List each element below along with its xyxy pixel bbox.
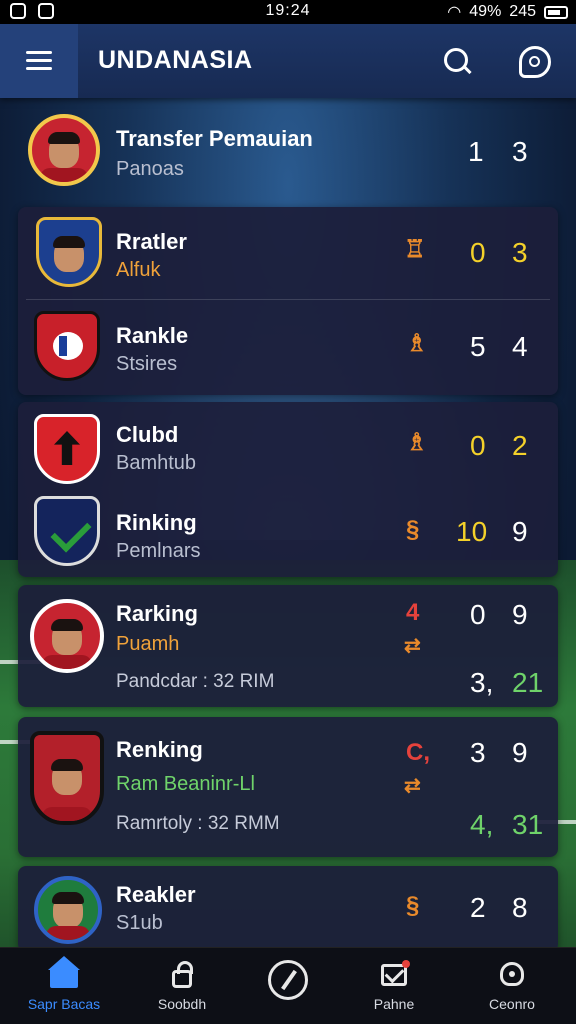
nav-home[interactable]: Sapr Bacas <box>14 956 114 1012</box>
score-a: 5 <box>470 331 486 362</box>
match-card: Clubd Bamhtub ♗ 0 2 Rinking Pemlnars § 1… <box>18 402 558 577</box>
signal-text: 245 <box>509 3 536 20</box>
score-a-secondary: 3, <box>470 667 494 698</box>
match-card[interactable]: Renking Ram Beaninr-Ll Ramrtoly : 32 RMM… <box>18 717 558 857</box>
lock-icon <box>166 958 198 990</box>
featured-name: Transfer Pemauian <box>116 126 313 151</box>
list-item[interactable]: Rankle Stsires ♗ 5 4 <box>18 301 558 393</box>
nav-messages[interactable]: Pahne <box>344 958 444 1012</box>
item-sub: Bamhtub <box>116 452 197 474</box>
item-name: Reakler <box>116 882 196 907</box>
team-crest <box>28 114 100 186</box>
match-card[interactable]: Reakler S1ub § 2 8 <box>18 866 558 952</box>
match-card: Rratler Alfuk ♖ 0 3 Rankle Stsires ♗ 5 4 <box>18 207 558 395</box>
app-title: UNDANASIA <box>98 46 253 74</box>
team-crest <box>30 731 104 825</box>
nav-label: Ceonro <box>489 996 535 1012</box>
status-bar: 19:24 ◠ 49% 245 <box>0 0 576 24</box>
position-icon: § <box>406 892 420 919</box>
score-b: 9 <box>512 599 528 630</box>
item-sub: Stsires <box>116 353 178 375</box>
bell-icon <box>496 958 528 990</box>
score-b: 9 <box>512 516 528 547</box>
item-sub: Alfuk <box>116 259 161 281</box>
score-b-secondary: 21 <box>512 667 544 698</box>
compass-icon <box>268 960 308 1000</box>
nav-explore[interactable] <box>238 960 338 1000</box>
score-a: 0 <box>470 430 486 461</box>
battery-percent: 49% <box>469 3 502 20</box>
hamburger-icon <box>26 51 52 71</box>
item-sub: Ram Beaninr-Ll <box>116 773 255 795</box>
nav-label: Sapr Bacas <box>27 996 101 1012</box>
list-item[interactable]: Clubd Bamhtub ♗ 0 2 <box>18 402 558 490</box>
item-sub: S1ub <box>116 912 163 934</box>
bottom-navigation: Sapr Bacas Soobdh Pahne Ceonro <box>0 947 576 1024</box>
chat-button[interactable] <box>516 42 551 78</box>
position-icon: ♗ <box>406 429 428 456</box>
score-b: 4 <box>512 331 528 362</box>
item-sub: Puamh <box>116 633 180 655</box>
position-icon: ♗ <box>406 330 428 357</box>
score-a: 0 <box>470 599 486 630</box>
item-name: Renking <box>116 737 203 762</box>
nav-notifications[interactable]: Ceonro <box>462 958 562 1012</box>
nav-search[interactable]: Soobdh <box>132 958 232 1012</box>
item-name: Clubd <box>116 422 179 447</box>
menu-button[interactable] <box>0 24 78 98</box>
item-name: Rarking <box>116 601 198 626</box>
match-card[interactable]: Rarking Puamh Pandcdar : 32 RIM 4 ⇄ 0 9 … <box>18 585 558 707</box>
team-crest <box>36 217 102 287</box>
featured-row[interactable]: Transfer Pemauian Panoas 1 3 <box>0 104 576 202</box>
score-a: 10 <box>456 516 488 547</box>
nav-label: Soobdh <box>157 996 207 1012</box>
home-icon <box>48 956 80 990</box>
score-b: 3 <box>512 136 528 167</box>
team-crest <box>34 311 100 381</box>
team-crest <box>34 496 100 566</box>
item-detail: Ramrtoly : 32 RMM <box>116 813 280 834</box>
list-item[interactable]: Rratler Alfuk ♖ 0 3 <box>18 207 558 299</box>
item-sub: Pemlnars <box>116 540 201 562</box>
mail-icon <box>378 958 410 990</box>
score-a-secondary: 4, <box>470 809 494 840</box>
list-item[interactable]: Rinking Pemlnars § 10 9 <box>18 490 558 576</box>
item-name: Rankle <box>116 323 189 348</box>
wifi-icon: ◠ <box>447 4 462 21</box>
score-b: 8 <box>512 892 528 923</box>
score-b-secondary: 31 <box>512 809 544 840</box>
team-crest <box>34 414 100 484</box>
transfer-icon: ⇄ <box>404 635 421 657</box>
transfer-icon: ⇄ <box>404 775 421 797</box>
item-name: Rinking <box>116 510 197 535</box>
position-icon: § <box>406 516 420 543</box>
team-crest <box>34 876 102 944</box>
battery-icon <box>544 5 568 19</box>
position-icon: ♖ <box>404 236 426 263</box>
position-marker: 4 <box>406 599 420 626</box>
team-crest <box>30 599 104 673</box>
position-marker: C, <box>406 739 430 766</box>
score-a: 1 <box>468 136 484 167</box>
score-a: 0 <box>470 237 486 268</box>
score-b: 3 <box>512 237 528 268</box>
score-a: 3 <box>470 737 486 768</box>
search-button[interactable] <box>440 44 476 80</box>
score-b: 9 <box>512 737 528 768</box>
item-detail: Pandcdar : 32 RIM <box>116 671 275 692</box>
item-name: Rratler <box>116 229 187 254</box>
nav-label: Pahne <box>373 996 415 1012</box>
score-a: 2 <box>470 892 486 923</box>
featured-sub: Panoas <box>116 158 184 180</box>
score-b: 2 <box>512 430 528 461</box>
app-bar: UNDANASIA <box>0 24 576 98</box>
